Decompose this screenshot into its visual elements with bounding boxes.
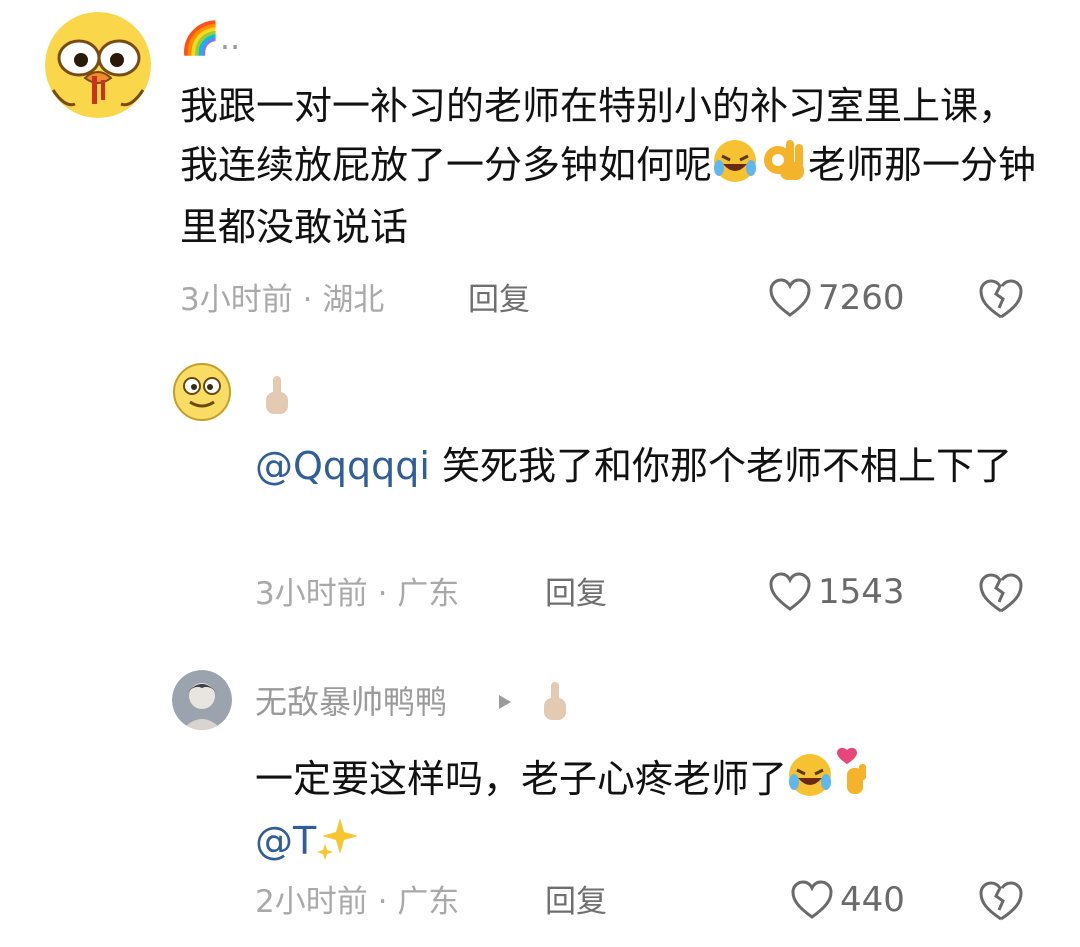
pointing-up-hand-emoji-icon bbox=[262, 374, 292, 420]
like-count: 440 bbox=[840, 880, 905, 920]
sparkles-emoji-icon bbox=[316, 814, 362, 875]
comment-text: 我跟一对一补习的老师在特别小的补习室里上课，我连续放屁放了一分多钟如何呢 老师那一… bbox=[180, 78, 1040, 255]
location: 湖北 bbox=[322, 282, 385, 318]
separator-dot: · bbox=[302, 282, 313, 318]
username[interactable]: 无敌暴帅鸭鸭 bbox=[255, 682, 447, 722]
timestamp: 2小时前 bbox=[255, 884, 368, 920]
user-avatar-duck[interactable] bbox=[45, 12, 151, 118]
finger-heart-emoji-icon bbox=[833, 746, 879, 813]
pointing-up-hand-emoji-icon bbox=[540, 680, 570, 726]
username-text: 🌈.. bbox=[180, 19, 241, 57]
broken-heart-icon bbox=[979, 881, 1023, 921]
anime-character-avatar-icon bbox=[172, 670, 232, 730]
ok-hand-emoji-icon bbox=[758, 134, 808, 199]
like-button[interactable]: 1543 bbox=[768, 572, 905, 612]
username[interactable]: 🌈.. bbox=[180, 18, 240, 58]
username-text: 无敌暴帅鸭鸭 bbox=[255, 683, 448, 721]
broken-heart-icon bbox=[979, 573, 1023, 613]
reply-button[interactable]: 回复 bbox=[545, 574, 607, 614]
broken-heart-icon bbox=[979, 279, 1023, 319]
dislike-button[interactable] bbox=[977, 572, 1025, 618]
smiley-face-avatar-icon bbox=[173, 363, 231, 421]
timestamp: 3小时前 bbox=[180, 282, 293, 318]
comment-text-body: 笑死我了和你那个老师不相上下了 bbox=[429, 444, 1013, 488]
rolling-laughing-emoji-icon bbox=[787, 752, 833, 813]
like-count: 7260 bbox=[818, 278, 905, 318]
comment-text: @Qqqqqi 笑死我了和你那个老师不相上下了 bbox=[255, 438, 1035, 494]
mention-link[interactable]: @T bbox=[255, 819, 316, 863]
location: 广东 bbox=[397, 884, 460, 920]
rolling-laughing-emoji-icon bbox=[712, 138, 758, 199]
heart-outline-icon bbox=[791, 880, 833, 919]
comment-text: 一定要这样吗，老子心疼老师了 @T bbox=[255, 746, 1035, 875]
separator-dot: · bbox=[377, 884, 388, 920]
play-triangle-icon bbox=[497, 693, 513, 715]
dislike-button[interactable] bbox=[977, 278, 1025, 324]
reply-button[interactable]: 回复 bbox=[468, 280, 530, 320]
comment-meta: 2小时前 · 广东 bbox=[255, 882, 459, 922]
heart-outline-icon bbox=[769, 572, 811, 611]
heart-outline-icon bbox=[769, 278, 811, 317]
mention-link[interactable]: @Qqqqqi bbox=[255, 444, 430, 488]
user-avatar-anime[interactable] bbox=[172, 670, 232, 730]
timestamp: 3小时前 bbox=[255, 576, 368, 612]
comment-meta: 3小时前 · 广东 bbox=[255, 574, 459, 614]
duck-emoji-avatar-icon bbox=[45, 12, 151, 118]
like-button[interactable]: 440 bbox=[790, 880, 905, 920]
user-avatar-smiley[interactable] bbox=[172, 362, 232, 422]
comment-meta: 3小时前 · 湖北 bbox=[180, 280, 384, 320]
like-button[interactable]: 7260 bbox=[768, 278, 905, 318]
like-count: 1543 bbox=[818, 572, 905, 612]
separator-dot: · bbox=[377, 576, 388, 612]
reply-button[interactable]: 回复 bbox=[545, 882, 607, 922]
location: 广东 bbox=[397, 576, 460, 612]
comment-text-body: 一定要这样吗，老子心疼老师了 bbox=[255, 757, 788, 801]
dislike-button[interactable] bbox=[977, 880, 1025, 926]
